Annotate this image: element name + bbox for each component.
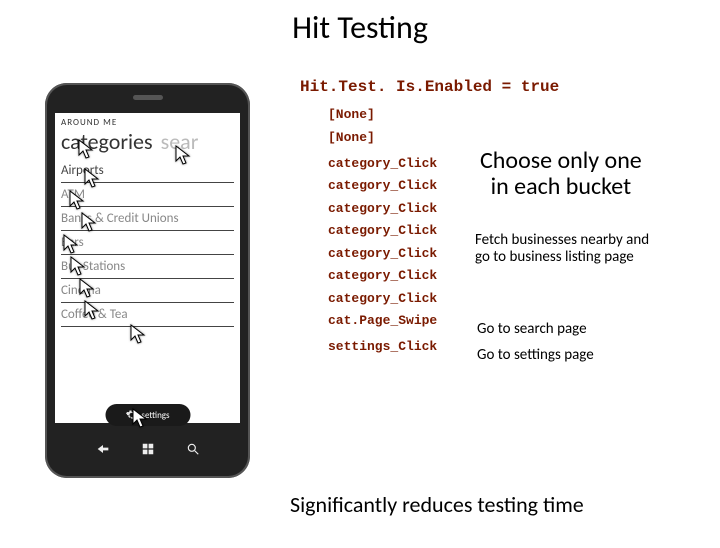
action-none: [None] [328,131,458,144]
annotation-search: Go to search page [477,321,587,338]
gear-icon [125,409,137,421]
action-swipe: cat.Page_Swipe [328,314,458,327]
list-item[interactable]: Airports [61,159,234,183]
action-column: [None] [None] category_Click category_Cl… [328,108,458,363]
action-catclick: category_Click [328,224,458,237]
settings-label: settings [141,410,169,421]
annotation-settings: Go to settings page [477,347,594,364]
list-item[interactable]: Bus Stations [61,255,234,279]
phone-screen: AROUND ME categories sear Airports ATM B… [55,113,240,423]
annotation-fetch: Fetch businesses nearby and go to busine… [475,232,649,267]
action-settings: settings_Click [328,340,458,353]
annotation-bucket: Choose only one in each bucket [480,148,642,201]
list-item[interactable]: ATM [61,183,234,207]
action-catclick: category_Click [328,202,458,215]
footer-note: Significantly reduces testing time [290,491,584,518]
category-list: Airports ATM Banks & Credit Unions Bars … [55,155,240,327]
action-catclick: category_Click [328,247,458,260]
list-item[interactable]: Bars [61,231,234,255]
softkey-row [93,439,203,463]
tab-row: categories sear [55,128,240,155]
slide-title: Hit Testing [0,8,720,47]
action-catclick: category_Click [328,179,458,192]
back-icon[interactable] [93,441,113,461]
phone-frame: AROUND ME categories sear Airports ATM B… [45,83,250,478]
phone-speaker [133,95,163,100]
action-catclick: category_Click [328,157,458,170]
tab-categories[interactable]: categories [61,128,153,155]
windows-icon[interactable] [138,442,158,460]
code-expression: Hit.Test. Is.Enabled = true [300,78,559,96]
action-catclick: category_Click [328,292,458,305]
list-item[interactable]: Cinema [61,279,234,303]
search-icon[interactable] [183,442,203,460]
action-catclick: category_Click [328,269,458,282]
app-title: AROUND ME [55,113,240,128]
list-item[interactable]: Coffee & Tea [61,303,234,327]
list-item[interactable]: Banks & Credit Unions [61,207,234,231]
tab-search[interactable]: sear [161,128,199,155]
action-none: [None] [328,108,458,121]
settings-button[interactable]: settings [105,404,190,426]
